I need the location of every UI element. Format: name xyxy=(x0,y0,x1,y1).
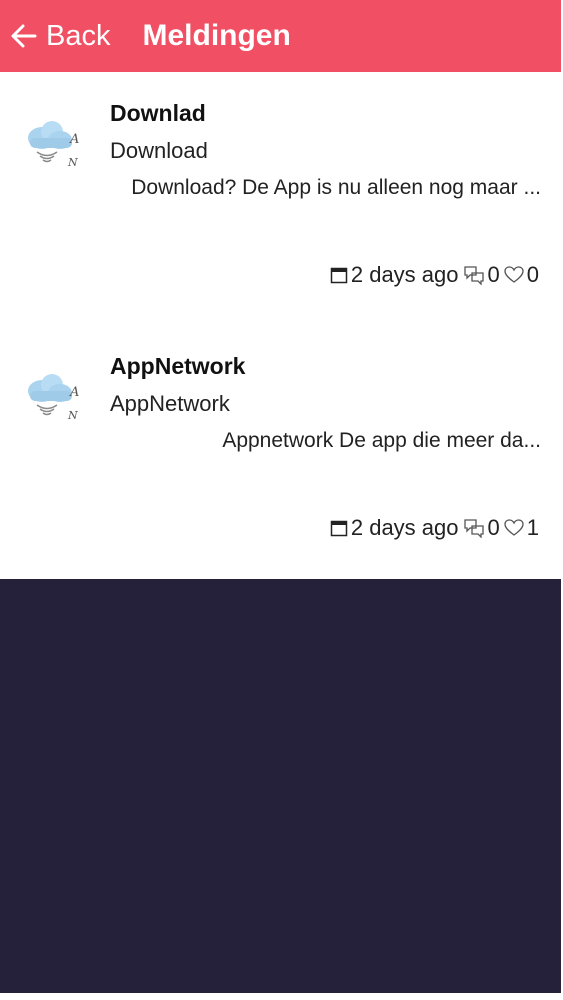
notification-subtitle: AppNetwork xyxy=(110,391,230,416)
comments-icon[interactable] xyxy=(463,518,485,538)
calendar-icon xyxy=(330,266,348,284)
svg-text:A: A xyxy=(69,132,79,147)
notification-list: A N Downlad Download Download? De App is… xyxy=(0,72,561,579)
arrow-left-icon xyxy=(11,24,37,48)
notification-item[interactable]: A N Downlad Download Download? De App is… xyxy=(0,72,561,325)
cloud-app-network-icon: A N xyxy=(28,121,79,169)
notification-time: 2 days ago xyxy=(350,515,459,540)
notification-meta: 2 days ago 0 0 xyxy=(330,262,539,288)
svg-text:N: N xyxy=(67,409,78,422)
notification-body: Download? De App is nu alleen nog maar .… xyxy=(131,176,541,199)
heart-icon[interactable] xyxy=(504,519,524,537)
notification-item[interactable]: A N AppNetwork AppNetwork Appnetwork De … xyxy=(0,325,561,578)
notification-time: 2 days ago xyxy=(350,262,459,287)
page-title: Meldingen xyxy=(142,19,291,52)
notification-meta: 2 days ago 0 1 xyxy=(330,515,539,541)
bottom-edge xyxy=(0,993,563,1000)
back-button[interactable]: Back xyxy=(10,0,110,72)
svg-text:N: N xyxy=(67,156,78,169)
empty-area xyxy=(0,579,561,993)
cloud-app-network-icon: A N xyxy=(28,374,79,422)
like-count: 0 xyxy=(526,262,539,287)
back-label: Back xyxy=(46,20,111,52)
like-count: 1 xyxy=(526,515,539,540)
comment-count: 0 xyxy=(487,262,500,287)
notification-title: AppNetwork xyxy=(110,353,246,379)
heart-icon[interactable] xyxy=(504,266,524,284)
notification-subtitle: Download xyxy=(110,138,208,163)
calendar-icon xyxy=(330,519,348,537)
notification-title: Downlad xyxy=(110,100,206,126)
comments-icon[interactable] xyxy=(463,265,485,285)
top-bar: Back Meldingen xyxy=(0,0,561,72)
comment-count: 0 xyxy=(487,515,500,540)
svg-text:A: A xyxy=(69,385,79,400)
notification-body: Appnetwork De app die meer da... xyxy=(222,429,541,452)
